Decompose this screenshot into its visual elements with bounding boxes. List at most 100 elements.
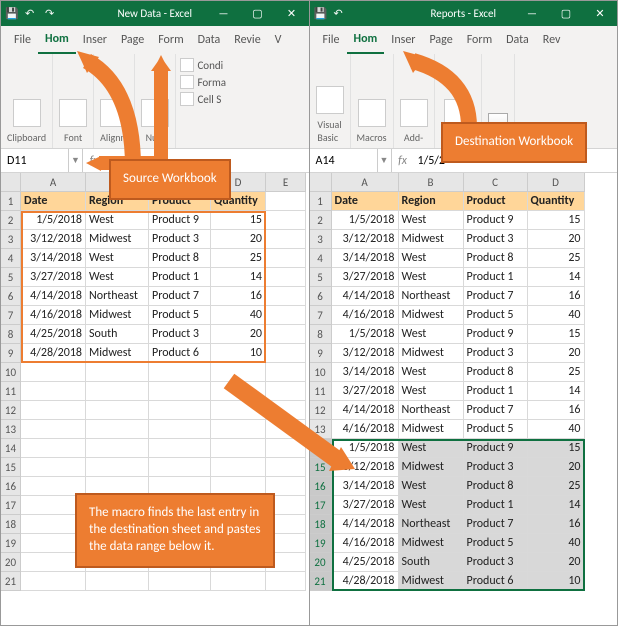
cell[interactable]: Midwest (399, 306, 464, 325)
cell[interactable]: 4/16/2018 (21, 306, 86, 325)
cell[interactable]: Product 8 (149, 249, 211, 268)
cell[interactable]: Product 7 (464, 515, 528, 534)
row-header[interactable]: 14 (1, 439, 21, 458)
cell[interactable]: 1/5/2018 (332, 211, 399, 230)
cell[interactable]: West (399, 382, 464, 401)
cell[interactable]: Midwest (399, 344, 464, 363)
cell[interactable] (266, 211, 306, 230)
namebox-dropdown-icon[interactable]: ▼ (378, 149, 392, 172)
cell[interactable]: Quantity (528, 192, 585, 211)
cell[interactable]: 20 (211, 325, 266, 344)
cell[interactable]: 14 (528, 496, 585, 515)
cell[interactable]: 40 (528, 534, 585, 553)
column-header[interactable]: B (399, 173, 464, 192)
cell[interactable] (21, 420, 86, 439)
cell[interactable]: 16 (528, 515, 585, 534)
row-header[interactable]: 5 (1, 268, 21, 287)
cell[interactable]: Product 7 (464, 287, 528, 306)
cell[interactable]: Northeast (399, 401, 464, 420)
cell[interactable]: 4/28/2018 (332, 572, 399, 591)
cell[interactable]: 20 (211, 230, 266, 249)
row-header[interactable]: 19 (1, 534, 21, 553)
cell[interactable]: West (399, 439, 464, 458)
cell[interactable]: 4/25/2018 (332, 553, 399, 572)
cell[interactable]: 16 (528, 287, 585, 306)
cell[interactable]: Product 9 (464, 211, 528, 230)
cell[interactable]: Product 3 (464, 553, 528, 572)
column-header[interactable]: A (332, 173, 399, 192)
row-header[interactable]: 4 (1, 249, 21, 268)
cell[interactable]: Midwest (399, 420, 464, 439)
close-button[interactable]: ✕ (583, 1, 617, 26)
row-header[interactable]: 1 (1, 192, 21, 211)
cell[interactable]: 40 (528, 420, 585, 439)
row-header[interactable]: 7 (310, 306, 332, 325)
cell[interactable] (21, 382, 86, 401)
cell[interactable] (21, 439, 86, 458)
cell[interactable]: Product 1 (464, 382, 528, 401)
cell[interactable]: 4/28/2018 (21, 344, 86, 363)
cell[interactable] (86, 420, 149, 439)
cell[interactable] (266, 268, 306, 287)
row-header[interactable]: 8 (1, 325, 21, 344)
row-header[interactable]: 3 (1, 230, 21, 249)
cell[interactable]: West (399, 211, 464, 230)
cell[interactable]: 3/27/2018 (332, 496, 399, 515)
cell[interactable] (149, 382, 211, 401)
cell[interactable]: West (86, 211, 149, 230)
cell[interactable] (86, 363, 149, 382)
cell[interactable]: 4/14/2018 (332, 287, 399, 306)
row-header[interactable]: 20 (1, 553, 21, 572)
row-header[interactable]: 5 (310, 268, 332, 287)
name-box[interactable]: D11 (1, 149, 69, 172)
column-header[interactable]: E (266, 173, 306, 192)
cell[interactable]: 3/14/2018 (21, 249, 86, 268)
minimize-button[interactable]: — (207, 1, 241, 26)
cell[interactable]: Product 9 (464, 325, 528, 344)
cell[interactable] (266, 192, 306, 211)
cell[interactable]: Midwest (86, 306, 149, 325)
row-header[interactable]: 4 (310, 249, 332, 268)
row-header[interactable]: 9 (310, 344, 332, 363)
cell[interactable]: 25 (528, 249, 585, 268)
minimize-button[interactable]: — (515, 1, 549, 26)
row-header[interactable]: 1 (310, 192, 332, 211)
cell[interactable]: Northeast (399, 287, 464, 306)
ribbon-tab[interactable]: File (7, 26, 38, 54)
row-header[interactable]: 18 (1, 515, 21, 534)
column-header[interactable]: D (528, 173, 585, 192)
cell[interactable]: 10 (528, 572, 585, 591)
maximize-button[interactable]: ▢ (549, 1, 583, 26)
cell[interactable] (149, 458, 211, 477)
cell[interactable]: 15 (528, 325, 585, 344)
cell[interactable]: Product 1 (464, 268, 528, 287)
row-header[interactable]: 21 (1, 572, 21, 591)
paste-icon[interactable] (13, 99, 41, 127)
row-header[interactable]: 7 (1, 306, 21, 325)
cell[interactable]: South (399, 553, 464, 572)
cell[interactable]: Date (21, 192, 86, 211)
row-header[interactable]: 16 (1, 477, 21, 496)
row-header[interactable]: 8 (310, 325, 332, 344)
cell[interactable]: Midwest (399, 534, 464, 553)
cell[interactable]: 4/25/2018 (21, 325, 86, 344)
cell[interactable]: 25 (528, 477, 585, 496)
cell[interactable] (211, 572, 266, 591)
undo-icon[interactable]: ↶ (334, 7, 348, 21)
cell[interactable]: Product 3 (464, 344, 528, 363)
cell[interactable] (86, 439, 149, 458)
cell[interactable]: 4/16/2018 (332, 306, 399, 325)
cell[interactable] (266, 230, 306, 249)
cell[interactable] (21, 458, 86, 477)
row-header[interactable]: 11 (1, 382, 21, 401)
cell[interactable]: Northeast (399, 515, 464, 534)
cell[interactable]: 14 (528, 382, 585, 401)
cell[interactable] (266, 344, 306, 363)
cell[interactable] (86, 401, 149, 420)
cell[interactable] (149, 439, 211, 458)
row-header[interactable]: 13 (1, 420, 21, 439)
cell[interactable]: Product 3 (149, 325, 211, 344)
cell[interactable]: 4/14/2018 (332, 515, 399, 534)
ribbon-tab[interactable]: Rev (536, 26, 568, 54)
cell[interactable]: West (399, 496, 464, 515)
